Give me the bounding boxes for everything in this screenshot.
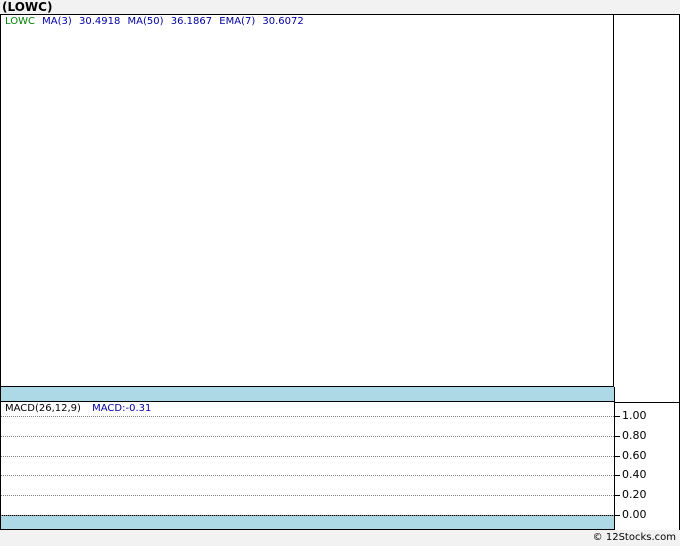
macd-name: MACD(26,12,9) xyxy=(5,403,81,414)
macd-gridline xyxy=(1,436,614,437)
macd-value: MACD:-0.31 xyxy=(92,403,152,414)
macd-tick-label: 0.60 xyxy=(622,449,647,462)
macd-tick-mark xyxy=(614,456,620,457)
legend-ma3-value: 30.4918 xyxy=(78,16,121,27)
macd-tick-mark xyxy=(614,436,620,437)
macd-tick-label: 0.80 xyxy=(622,429,647,442)
macd-tick-mark xyxy=(614,515,620,516)
macd-tick-mark xyxy=(614,495,620,496)
macd-gridline xyxy=(1,416,614,417)
macd-bottom-strip xyxy=(0,515,615,530)
legend-symbol: LOWC xyxy=(5,16,35,27)
macd-panel xyxy=(0,402,614,516)
legend-ema7-value: 30.6072 xyxy=(262,16,304,27)
price-legend: LOWC MA(3) 30.4918 MA(50) 36.1867 EMA(7)… xyxy=(5,16,308,27)
macd-tick-label: 1.00 xyxy=(622,409,647,422)
copyright-footer: © 12Stocks.com xyxy=(592,532,676,543)
macd-tick-label: 0.20 xyxy=(622,488,647,501)
macd-gridline xyxy=(1,495,614,496)
legend-ema7-label: EMA(7) xyxy=(219,16,256,27)
macd-tick-mark xyxy=(614,416,620,417)
legend-ma50-label: MA(50) xyxy=(127,16,164,27)
legend-ma3-label: MA(3) xyxy=(42,16,72,27)
chart-title: (LOWC) xyxy=(2,0,53,14)
macd-tick-label: 0.00 xyxy=(622,508,647,521)
legend-ma50-value: 36.1867 xyxy=(170,16,213,27)
macd-gridline xyxy=(1,515,614,516)
macd-gridline xyxy=(1,475,614,476)
macd-legend: MACD(26,12,9) MACD:-0.31 xyxy=(5,403,151,414)
macd-tick-label: 0.40 xyxy=(622,468,647,481)
price-panel xyxy=(0,14,614,387)
macd-tick-mark xyxy=(614,475,620,476)
price-axis-panel xyxy=(614,14,680,402)
macd-gridline xyxy=(1,456,614,457)
price-volume-strip xyxy=(0,387,615,402)
